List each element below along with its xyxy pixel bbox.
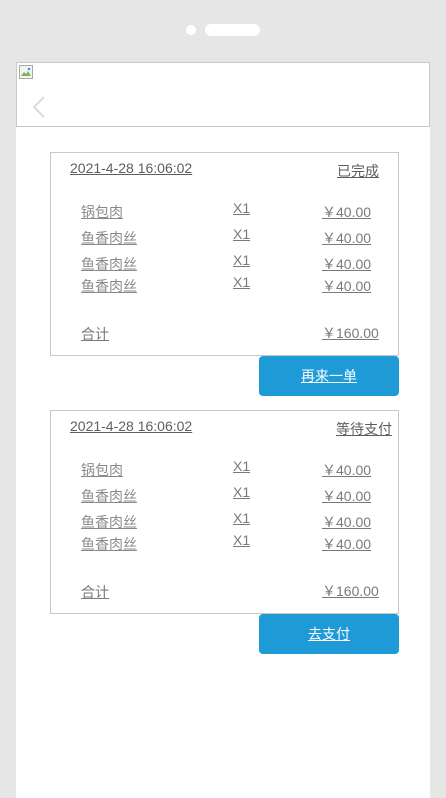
reorder-button[interactable]: 再来一单 [259, 356, 399, 396]
item-name: 鱼香肉丝 [81, 256, 137, 272]
item-price: ￥40.00 [322, 462, 372, 478]
chevron-left-icon[interactable] [29, 95, 51, 119]
item-qty: X1 [233, 532, 251, 548]
item-name: 鱼香肉丝 [81, 230, 137, 246]
item-qty: X1 [233, 458, 251, 474]
phone-speaker [205, 24, 260, 36]
item-name: 鱼香肉丝 [81, 514, 137, 530]
item-qty: X1 [233, 484, 251, 500]
item-qty: X1 [233, 510, 251, 526]
item-price: ￥40.00 [322, 278, 372, 294]
item-name: 鱼香肉丝 [81, 278, 137, 294]
order-status: 已完成 [337, 163, 379, 179]
app-screen: 2021-4-28 16:06:02 已完成 锅包肉 X1 ￥40.00 鱼香肉… [16, 62, 430, 798]
total-value: ￥160.00 [322, 325, 379, 341]
item-name: 锅包肉 [81, 462, 123, 478]
item-price: ￥40.00 [322, 514, 372, 530]
item-price: ￥40.00 [322, 488, 372, 504]
item-name: 鱼香肉丝 [81, 536, 137, 552]
order-status: 等待支付 [336, 421, 392, 437]
broken-image-icon [19, 65, 33, 79]
item-price: ￥40.00 [322, 230, 372, 246]
order-date: 2021-4-28 16:06:02 [70, 160, 193, 176]
header-bar [16, 62, 430, 127]
item-qty: X1 [233, 226, 251, 242]
order-card: 2021-4-28 16:06:02 已完成 锅包肉 X1 ￥40.00 鱼香肉… [50, 152, 399, 356]
order-date: 2021-4-28 16:06:02 [70, 418, 193, 434]
item-qty: X1 [233, 200, 251, 216]
item-price: ￥40.00 [322, 204, 372, 220]
item-name: 锅包肉 [81, 204, 123, 220]
total-label: 合计 [81, 584, 109, 600]
item-qty: X1 [233, 274, 251, 290]
phone-camera-dot [186, 25, 196, 35]
item-name: 鱼香肉丝 [81, 488, 137, 504]
item-price: ￥40.00 [322, 256, 372, 272]
item-price: ￥40.00 [322, 536, 372, 552]
pay-button[interactable]: 去支付 [259, 614, 399, 654]
item-qty: X1 [233, 252, 251, 268]
total-value: ￥160.00 [322, 583, 379, 599]
total-label: 合计 [81, 326, 109, 342]
order-card: 2021-4-28 16:06:02 等待支付 锅包肉 X1 ￥40.00 鱼香… [50, 410, 399, 614]
